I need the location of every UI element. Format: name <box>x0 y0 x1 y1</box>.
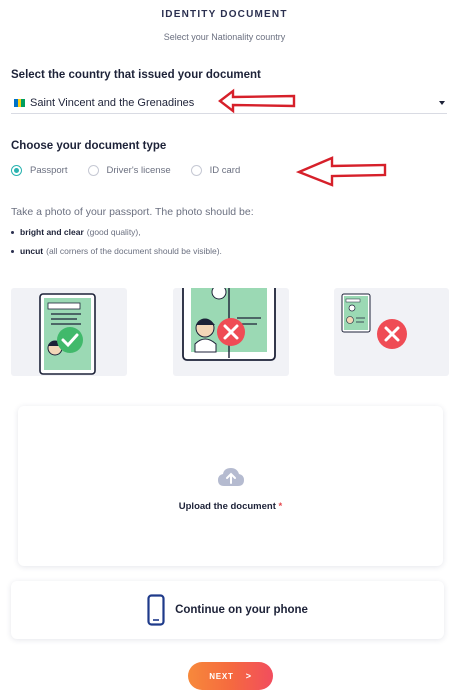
example-cropped-photo <box>173 288 289 376</box>
example-small-photo <box>334 288 449 376</box>
smartphone-icon <box>147 594 165 626</box>
radio-label: ID card <box>209 165 241 176</box>
radio-label: Passport <box>30 165 68 176</box>
upload-dropzone[interactable]: Upload the document * <box>18 406 443 566</box>
document-type-label: Choose your document type <box>11 140 167 152</box>
example-correct-photo <box>11 288 127 376</box>
country-select-value: Saint Vincent and the Grenadines <box>30 96 195 109</box>
radio-id-card[interactable]: ID card <box>190 165 241 176</box>
chevron-down-icon[interactable] <box>439 101 445 105</box>
radio-drivers-license[interactable]: Driver's license <box>87 165 171 176</box>
page-title: IDENTITY DOCUMENT <box>161 9 288 20</box>
annotation-arrow-icon <box>218 88 296 114</box>
photo-instructions: Take a photo of your passport. The photo… <box>11 206 254 218</box>
radio-button[interactable] <box>190 165 202 176</box>
upload-label: Upload the document * <box>18 501 443 512</box>
requirement-detail: (all corners of the document should be v… <box>46 246 222 256</box>
country-select-label: Select the country that issued your docu… <box>11 69 261 81</box>
bullet-icon <box>11 230 14 234</box>
passport-correct-icon <box>39 293 96 375</box>
document-type-radio-group: Passport Driver's license ID card <box>11 165 260 176</box>
photo-requirements-list: bright and clear (good quality), uncut (… <box>11 227 222 265</box>
required-mark: * <box>278 501 283 512</box>
chevron-right-icon: > <box>245 671 252 681</box>
next-button[interactable]: NEXT > <box>188 662 273 690</box>
requirement-title: bright and clear <box>20 227 84 237</box>
requirement-title: uncut <box>20 246 44 256</box>
upload-label-text: Upload the document <box>178 501 276 512</box>
list-item: bright and clear (good quality), <box>11 227 222 237</box>
flag-icon <box>14 98 26 107</box>
next-button-label: NEXT <box>209 671 234 681</box>
passport-small-icon <box>341 293 407 349</box>
requirement-detail: (good quality), <box>86 227 141 237</box>
annotation-arrow-icon <box>296 156 387 187</box>
passport-cropped-icon <box>182 288 276 361</box>
radio-label: Driver's license <box>106 165 171 176</box>
radio-button[interactable] <box>87 165 99 176</box>
radio-passport[interactable]: Passport <box>11 165 68 176</box>
radio-button[interactable] <box>11 165 22 176</box>
bullet-icon <box>11 249 14 253</box>
continue-on-phone-label: Continue on your phone <box>175 604 308 616</box>
page-subtitle: Select your Nationality country <box>163 32 286 42</box>
continue-on-phone-button[interactable]: Continue on your phone <box>11 581 444 639</box>
list-item: uncut (all corners of the document shoul… <box>11 246 222 256</box>
cloud-upload-icon <box>218 468 244 486</box>
